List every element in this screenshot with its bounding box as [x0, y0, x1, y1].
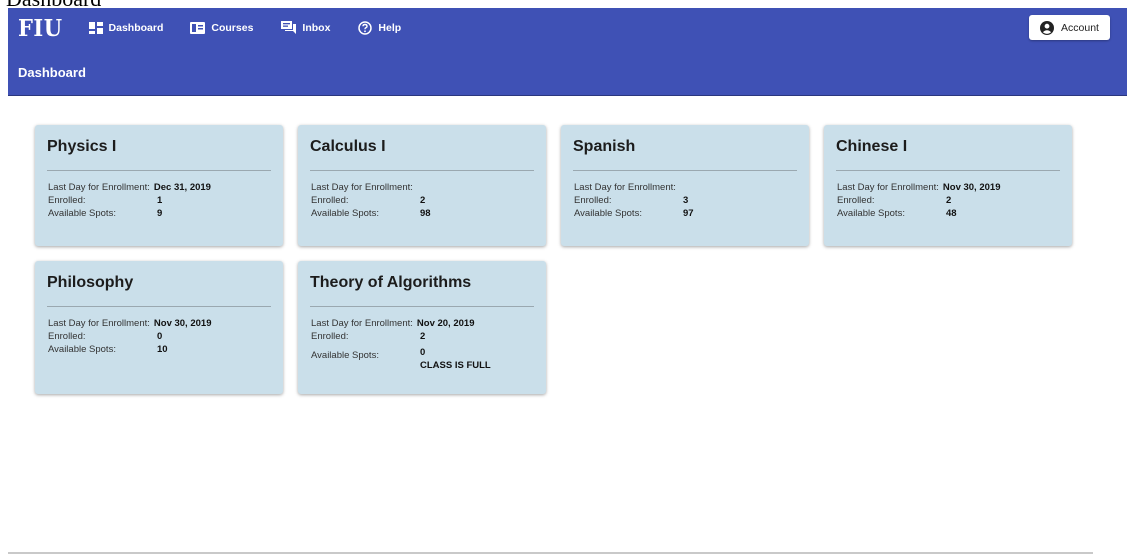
last-day-value: Dec 31, 2019: [153, 182, 211, 193]
spots-value: 48: [946, 208, 957, 219]
last-day-value: Nov 30, 2019: [153, 318, 212, 329]
enrolled-value: 2: [946, 195, 952, 206]
card-divider: [47, 170, 271, 171]
course-card-calculus-i[interactable]: Calculus I Last Day for Enrollment: Enro…: [298, 125, 546, 246]
course-card-theory-of-algorithms[interactable]: Theory of Algorithms Last Day for Enroll…: [298, 261, 546, 394]
spots-label: Available Spots:: [48, 208, 116, 219]
course-title: Philosophy: [47, 274, 134, 291]
card-divider: [47, 306, 271, 307]
enrolled-value: 1: [157, 195, 163, 206]
course-title: Physics I: [47, 138, 117, 155]
horizontal-scrollbar[interactable]: [8, 552, 1093, 554]
course-card-philosophy[interactable]: Philosophy Last Day for Enrollment: Nov 3…: [35, 261, 283, 394]
enrolled-value: 0: [157, 331, 163, 342]
course-card-spanish[interactable]: Spanish Last Day for Enrollment: Enrolle…: [561, 125, 809, 246]
nav-dashboard-label: Dashboard: [108, 21, 164, 34]
spots-value: 10: [157, 344, 168, 355]
last-day-value: Nov 20, 2019: [416, 318, 475, 329]
dashboard-content: Physics I Last Day for Enrollment: Dec 31…: [8, 96, 1127, 554]
nav-inbox[interactable]: Inbox: [281, 8, 330, 47]
enrolled-label: Enrolled:: [48, 331, 86, 342]
enrolled-label: Enrolled:: [311, 195, 349, 206]
enrolled-value: 2: [420, 331, 426, 342]
courses-icon: [190, 21, 206, 34]
spots-value: 98: [420, 208, 431, 219]
nav-dashboard[interactable]: Dashboard: [88, 8, 164, 47]
enrolled-label: Enrolled:: [574, 195, 612, 206]
spots-value: 0: [420, 347, 426, 358]
account-label: Account: [1061, 21, 1099, 34]
class-full-badge: CLASS IS FULL: [420, 360, 491, 371]
spots-value: 9: [157, 208, 163, 219]
course-title: Theory of Algorithms: [310, 274, 472, 291]
course-card-chinese-i[interactable]: Chinese I Last Day for Enrollment: Nov 30…: [824, 125, 1072, 246]
enrolled-label: Enrolled:: [837, 195, 875, 206]
page-header-bar: Dashboard: [8, 47, 1127, 96]
dashboard-icon: [88, 21, 103, 34]
last-day-label: Last Day for Enrollment:: [48, 318, 150, 329]
last-day-label: Last Day for Enrollment:: [311, 318, 413, 329]
last-day-label: Last Day for Enrollment:: [311, 182, 413, 193]
fiu-logo[interactable]: FIU: [18, 14, 63, 42]
spots-label: Available Spots:: [574, 208, 642, 219]
enrolled-label: Enrolled:: [311, 331, 349, 342]
spots-label: Available Spots:: [48, 344, 116, 355]
card-divider: [836, 170, 1060, 171]
account-circle-icon: [1040, 20, 1055, 35]
help-icon: [358, 20, 373, 35]
course-title: Chinese I: [836, 138, 908, 155]
top-app-bar: FIU Dashboard Courses Inbox Help Account: [8, 8, 1127, 47]
account-button[interactable]: Account: [1029, 15, 1110, 40]
course-title: Spanish: [573, 138, 636, 155]
spots-label: Available Spots:: [311, 208, 379, 219]
card-divider: [310, 170, 534, 171]
last-day-label: Last Day for Enrollment:: [48, 182, 150, 193]
last-day-label: Last Day for Enrollment:: [574, 182, 676, 193]
course-card-physics-i[interactable]: Physics I Last Day for Enrollment: Dec 31…: [35, 125, 283, 246]
spots-label: Available Spots:: [311, 350, 379, 361]
last-day-value: Nov 30, 2019: [942, 182, 1001, 193]
page-title: Dashboard: [18, 65, 86, 80]
spots-value: 97: [683, 208, 694, 219]
course-title: Calculus I: [310, 138, 386, 155]
nav-courses[interactable]: Courses: [190, 8, 253, 47]
enrolled-label: Enrolled:: [48, 195, 86, 206]
enrolled-value: 3: [683, 195, 689, 206]
nav-help-label: Help: [378, 21, 402, 34]
nav-courses-label: Courses: [211, 21, 254, 34]
inbox-icon: [281, 21, 297, 34]
card-divider: [310, 306, 534, 307]
last-day-label: Last Day for Enrollment:: [837, 182, 939, 193]
nav-help[interactable]: Help: [358, 8, 401, 47]
enrolled-value: 2: [420, 195, 426, 206]
card-divider: [573, 170, 797, 171]
nav-inbox-label: Inbox: [302, 21, 331, 34]
spots-label: Available Spots:: [837, 208, 905, 219]
